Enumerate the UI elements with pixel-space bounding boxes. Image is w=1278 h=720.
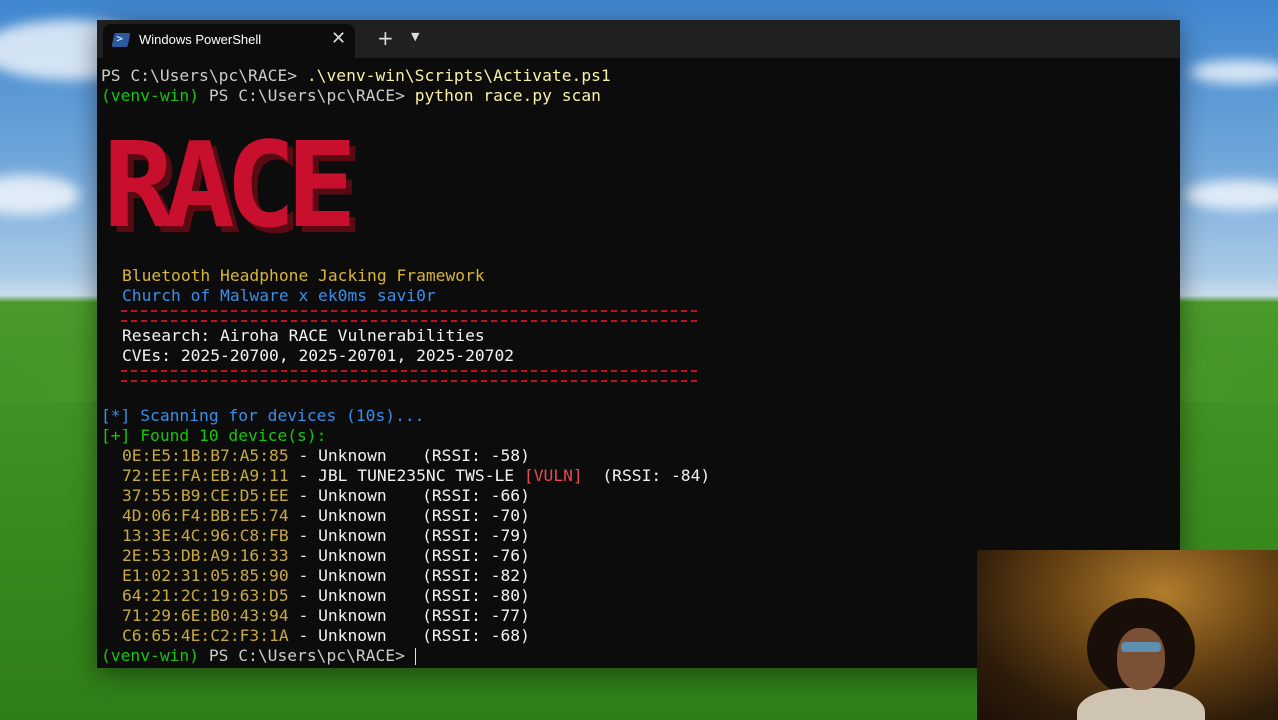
device-mac: 37:55:B9:CE:D5:EE [122,486,289,505]
device-mac: 13:3E:4C:96:C8:FB [122,526,289,545]
device-row: 2E:53:DB:A9:16:33 - Unknown (RSSI: -76) [122,546,530,566]
device-mac: 4D:06:F4:BB:E5:74 [122,506,289,525]
device-name: Unknown [318,586,387,605]
device-rssi: (RSSI: -76) [422,546,530,565]
found-status: [+] Found 10 device(s): [101,426,327,445]
authors-line: Church of Malware x ek0ms savi0r [122,286,436,305]
title-bar[interactable]: > Windows PowerShell ✕ + ▼ [97,20,1180,58]
cloud [0,175,80,215]
device-name: JBL TUNE235NC TWS-LE [318,466,515,485]
device-rssi: (RSSI: -80) [422,586,530,605]
device-separator: - [288,546,319,565]
device-mac: 2E:53:DB:A9:16:33 [122,546,289,565]
device-row: 37:55:B9:CE:D5:EE - Unknown (RSSI: -66) [122,486,530,506]
device-row: 71:29:6E:B0:43:94 - Unknown (RSSI: -77) [122,606,530,626]
device-row: 64:21:2C:19:63:D5 - Unknown (RSSI: -80) [122,586,530,606]
tab-title: Windows PowerShell [139,32,262,47]
banner-text: RACE [103,124,350,254]
framework-title: Bluetooth Headphone Jacking Framework [122,266,485,285]
device-separator: - [288,586,319,605]
device-rssi: (RSSI: -84) [602,466,711,485]
device-row: 13:3E:4C:96:C8:FB - Unknown (RSSI: -79) [122,526,530,546]
device-rssi: (RSSI: -68) [422,626,530,645]
venv-label: (venv-win) [101,86,209,105]
webcam-overlay [977,550,1278,720]
scan-status: [*] Scanning for devices (10s)... [101,406,425,425]
person-body [1077,688,1205,720]
device-name: Unknown [318,546,387,565]
device-row: E1:02:31:05:85:90 - Unknown (RSSI: -82) [122,566,530,586]
text-cursor [414,648,416,665]
race-ascii-banner: RACE RACE [103,124,366,254]
command-line-1: PS C:\Users\pc\RACE> .\venv-win\Scripts\… [101,66,611,86]
device-separator: - [288,606,319,625]
prompt: PS C:\Users\pc\RACE> [208,86,415,105]
device-rssi: (RSSI: -66) [422,486,530,505]
device-mac: C6:65:4E:C2:F3:1A [122,626,289,645]
device-name: Unknown [318,486,387,505]
device-name: Unknown [318,626,387,645]
person-face [1117,628,1165,690]
cves-line: CVEs: 2025-20700, 2025-20701, 2025-20702 [122,346,515,365]
device-rssi: (RSSI: -58) [422,446,530,465]
device-mac: 0E:E5:1B:B7:A5:85 [122,446,289,465]
device-name: Unknown [318,526,387,545]
device-separator: - [288,626,319,645]
venv-label: (venv-win) [101,646,209,665]
device-separator: - [288,486,319,505]
device-name: Unknown [318,446,387,465]
prompt: PS C:\Users\pc\RACE> [208,646,415,665]
cloud [1190,60,1278,84]
prompt: PS C:\Users\pc\RACE> [101,66,307,85]
device-rssi: (RSSI: -79) [422,526,530,545]
device-mac: 71:29:6E:B0:43:94 [122,606,289,625]
device-rssi: (RSSI: -82) [422,566,530,585]
device-mac: E1:02:31:05:85:90 [122,566,289,585]
device-name: Unknown [318,606,387,625]
device-mac: 72:EE:FA:EB:A9:11 [122,466,289,485]
device-separator: - [288,526,319,545]
separator-line [121,310,697,322]
device-name: Unknown [318,566,387,585]
device-separator: - [288,566,319,585]
device-row: 0E:E5:1B:B7:A5:85 - Unknown (RSSI: -58) [122,446,530,466]
device-rssi: (RSSI: -77) [422,606,530,625]
device-row: C6:65:4E:C2:F3:1A - Unknown (RSSI: -68) [122,626,530,646]
device-separator: - [288,446,319,465]
chevron-down-icon[interactable]: ▼ [411,30,419,43]
cloud [1185,180,1278,210]
tab-windows-powershell[interactable]: > Windows PowerShell ✕ [103,24,355,58]
plus-icon[interactable]: + [377,26,394,50]
vuln-badge: [VULN] [523,466,583,485]
glasses [1121,642,1161,652]
command-line-2: (venv-win) PS C:\Users\pc\RACE> python r… [101,86,601,106]
command-text: python race.py scan [414,86,601,105]
command-text: .\venv-win\Scripts\Activate.ps1 [306,66,611,85]
command-prompt[interactable]: (venv-win) PS C:\Users\pc\RACE> [101,646,416,666]
close-icon[interactable]: ✕ [331,28,346,49]
device-rssi: (RSSI: -70) [422,506,530,525]
research-line: Research: Airoha RACE Vulnerabilities [122,326,485,345]
device-separator: - [288,506,319,525]
device-separator: - [288,466,319,485]
device-row: 4D:06:F4:BB:E5:74 - Unknown (RSSI: -70) [122,506,530,526]
device-name: Unknown [318,506,387,525]
device-mac: 64:21:2C:19:63:D5 [122,586,289,605]
device-row: 72:EE:FA:EB:A9:11 - JBL TUNE235NC TWS-LE… [122,466,710,486]
powershell-icon: > [111,32,131,47]
separator-line [121,370,697,382]
